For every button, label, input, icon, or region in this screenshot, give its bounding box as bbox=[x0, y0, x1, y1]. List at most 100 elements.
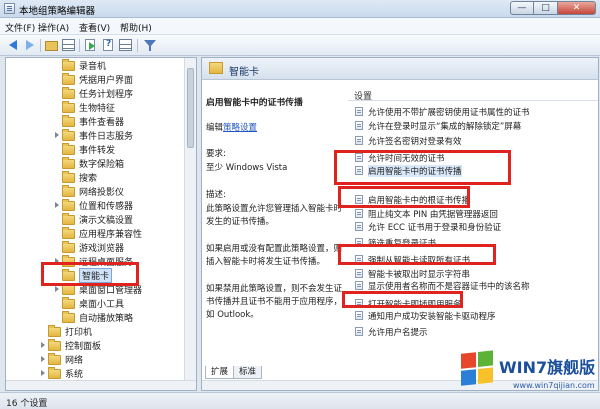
description-text: 如果禁用此策略设置，则不会发生证 bbox=[206, 284, 343, 294]
folder-icon bbox=[62, 142, 75, 155]
tree-item[interactable]: 录音机 bbox=[54, 58, 106, 72]
tab-extended[interactable]: 扩展 bbox=[205, 366, 235, 379]
policy-setting-icon bbox=[355, 327, 363, 336]
expand-arrow-icon[interactable] bbox=[40, 353, 48, 366]
highlight-box bbox=[41, 262, 139, 286]
policy-setting-icon bbox=[355, 222, 363, 231]
policy-item[interactable]: 通知用户成功安装智能卡驱动程序 bbox=[348, 310, 496, 322]
menu-help[interactable]: 帮助(H) bbox=[120, 21, 152, 34]
folder-icon bbox=[62, 198, 75, 211]
description-label: 描述: bbox=[206, 190, 226, 200]
tree-item[interactable]: 自动播放策略 bbox=[54, 310, 133, 324]
expand-arrow-icon[interactable] bbox=[40, 367, 48, 380]
policy-item[interactable]: 显示使用者名称而不是容器证书中的该名称 bbox=[348, 280, 530, 292]
watermark-url: www.win7qijian.com bbox=[513, 381, 595, 390]
folder-icon bbox=[62, 184, 75, 197]
tree-item[interactable]: 位置和传感器 bbox=[54, 198, 133, 212]
description-panel: 启用智能卡中的证书传播 编辑策略设置 要求: 至少 Windows Vista … bbox=[202, 81, 343, 371]
folder-icon bbox=[62, 296, 75, 309]
policy-item[interactable]: 允许 ECC 证书用于登录和身份验证 bbox=[348, 221, 501, 233]
navigation-tree: 录音机 凭据用户界面 任务计划程序 生物特征 事件查看器 事件日志服务 事件转发… bbox=[5, 57, 197, 391]
policy-setting-icon bbox=[355, 311, 363, 320]
status-text: 16 个设置 bbox=[6, 399, 48, 409]
folder-icon bbox=[62, 156, 75, 169]
tree-item[interactable]: 事件转发 bbox=[54, 142, 115, 156]
tree-item[interactable]: 演示文稿设置 bbox=[54, 212, 133, 226]
policy-item[interactable]: 允许在登录时显示“集成的解除锁定”屏幕 bbox=[348, 120, 521, 132]
folder-icon bbox=[62, 240, 75, 253]
requirements-value: 至少 Windows Vista bbox=[206, 163, 288, 173]
folder-icon bbox=[48, 352, 61, 365]
export-list-icon[interactable] bbox=[83, 38, 98, 52]
tree-item[interactable]: 系统 bbox=[40, 366, 83, 380]
properties-icon[interactable] bbox=[118, 38, 133, 52]
help-icon[interactable] bbox=[101, 38, 116, 52]
tree-item[interactable]: 网络投影仪 bbox=[54, 184, 124, 198]
window-title: 本地组策略编辑器 bbox=[19, 6, 96, 17]
tree-item[interactable]: 搜索 bbox=[54, 170, 97, 184]
tree-item[interactable]: 桌面小工具 bbox=[54, 296, 124, 310]
folder-icon bbox=[62, 282, 75, 295]
filter-icon[interactable] bbox=[142, 38, 157, 52]
tab-standard[interactable]: 标准 bbox=[233, 366, 263, 379]
maximize-button[interactable]: □ bbox=[534, 1, 558, 15]
window-controls: — □ ✕ bbox=[510, 1, 596, 16]
tree-item[interactable]: 打印机 bbox=[40, 324, 92, 338]
selected-policy-title: 启用智能卡中的证书传播 bbox=[206, 98, 303, 108]
toolbar bbox=[0, 35, 600, 56]
column-header-setting[interactable]: 设置 bbox=[348, 86, 598, 102]
tree-vertical-scrollbar[interactable] bbox=[184, 58, 196, 390]
watermark-text: WIN7旗舰版 bbox=[499, 358, 596, 377]
policy-item[interactable]: 智能卡被取出时显示字符串 bbox=[348, 268, 470, 280]
folder-icon bbox=[62, 212, 75, 225]
expand-arrow-icon[interactable] bbox=[54, 199, 62, 212]
menu-bar: 文件(F) 操作(A) 查看(V) 帮助(H) bbox=[0, 18, 600, 35]
description-text: 此策略设置允许您管理插入智能卡时 bbox=[206, 204, 343, 214]
toolbar-separator bbox=[40, 39, 41, 52]
toolbar-separator bbox=[137, 39, 138, 52]
tree-item[interactable]: 生物特征 bbox=[54, 100, 115, 114]
expand-arrow-icon[interactable] bbox=[54, 129, 62, 142]
tree-item[interactable]: 控制面板 bbox=[40, 338, 101, 352]
expand-arrow-icon[interactable] bbox=[40, 339, 48, 352]
policy-item[interactable]: 阻止纯文本 PIN 由凭据管理器返回 bbox=[348, 208, 498, 220]
policy-item[interactable]: 允许签名密钥对登录有效 bbox=[348, 135, 462, 147]
folder-icon bbox=[48, 324, 61, 337]
tree-item[interactable]: 游戏浏览器 bbox=[54, 240, 124, 254]
policy-item[interactable]: 允许用户名提示 bbox=[348, 326, 428, 338]
policy-setting-icon bbox=[355, 121, 363, 130]
folder-icon bbox=[62, 100, 75, 113]
highlight-box bbox=[342, 291, 463, 308]
highlight-box bbox=[338, 186, 470, 208]
policy-setting-icon bbox=[355, 209, 363, 218]
description-text: 如果启用或没有配置此策略设置，则 bbox=[206, 244, 343, 254]
back-arrow-icon[interactable] bbox=[6, 38, 21, 52]
tree-item[interactable]: 事件日志服务 bbox=[54, 128, 133, 142]
edit-policy-link[interactable]: 策略设置 bbox=[223, 123, 257, 133]
tree-item[interactable]: 凭据用户界面 bbox=[54, 72, 133, 86]
tree-item[interactable]: 数字保险箱 bbox=[54, 156, 124, 170]
show-hide-tree-icon[interactable] bbox=[61, 38, 76, 52]
minimize-button[interactable]: — bbox=[510, 1, 534, 15]
policy-setting-icon bbox=[355, 136, 363, 145]
folder-icon bbox=[62, 170, 75, 183]
win7-watermark: WIN7旗舰版 www.win7qijian.com bbox=[455, 348, 600, 406]
tree-horizontal-scrollbar[interactable] bbox=[6, 380, 196, 390]
menu-view[interactable]: 查看(V) bbox=[79, 21, 110, 34]
folder-up-icon[interactable] bbox=[44, 38, 59, 52]
menu-file[interactable]: 文件(F) bbox=[5, 21, 35, 34]
policy-item[interactable]: 允许使用不带扩展密钥使用证书属性的证书 bbox=[348, 106, 530, 118]
forward-arrow-icon[interactable] bbox=[22, 38, 37, 52]
details-title: 智能卡 bbox=[229, 67, 259, 78]
tree-item[interactable]: 事件查看器 bbox=[54, 114, 124, 128]
description-text: 插入智能卡时将发生证书传播。 bbox=[206, 257, 326, 267]
title-bar: 本地组策略编辑器 — □ ✕ bbox=[0, 0, 600, 18]
tree-item[interactable]: 应用程序兼容性 bbox=[54, 226, 142, 240]
menu-action[interactable]: 操作(A) bbox=[38, 21, 69, 34]
scrollbar-thumb[interactable] bbox=[187, 68, 194, 148]
tree-item[interactable]: 网络 bbox=[40, 352, 83, 366]
close-button[interactable]: ✕ bbox=[558, 1, 596, 15]
tree-item[interactable]: 任务计划程序 bbox=[54, 86, 133, 100]
folder-icon bbox=[209, 62, 223, 74]
details-pane: 智能卡 启用智能卡中的证书传播 编辑策略设置 要求: 至少 Windows Vi… bbox=[201, 57, 599, 391]
